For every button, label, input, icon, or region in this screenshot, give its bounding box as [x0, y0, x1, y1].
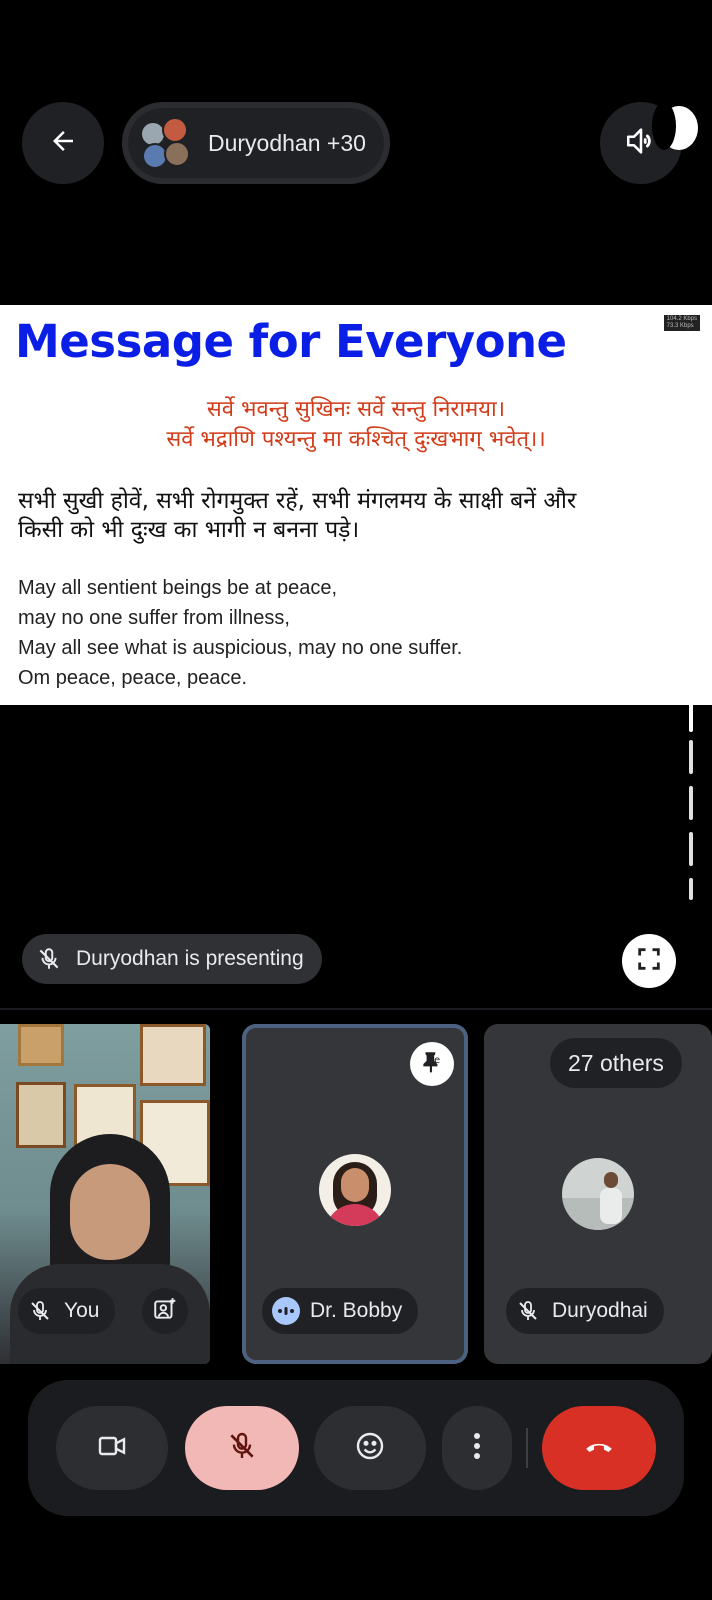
end-call-button[interactable]	[542, 1406, 656, 1490]
scroll-indicator	[689, 832, 693, 866]
avatar-body	[325, 1204, 385, 1226]
mic-off-icon	[226, 1430, 258, 1467]
mic-button[interactable]	[185, 1406, 299, 1490]
mic-off-icon	[516, 1299, 540, 1323]
more-vert-icon	[472, 1431, 482, 1466]
wall-frame	[140, 1024, 206, 1086]
bitrate-line: 73.3 Kbps	[666, 323, 694, 329]
speaking-indicator-icon	[272, 1297, 300, 1325]
hindi-line-2: किसी को भी दुःख का भागी न बनना पड़े।	[18, 517, 360, 543]
more-options-button[interactable]	[442, 1406, 512, 1490]
visual-effects-button[interactable]	[142, 1288, 188, 1334]
tile-others[interactable]: 27 others Duryodhai	[484, 1024, 712, 1364]
slide-title: Message for Everyone	[15, 315, 567, 368]
english-line-4: Om peace, peace, peace.	[18, 667, 248, 689]
tile-you-label: You	[64, 1299, 100, 1322]
pin-icon: e	[419, 1049, 445, 1080]
person-face	[70, 1164, 150, 1260]
video-camera-icon	[96, 1430, 128, 1467]
divider	[526, 1428, 528, 1468]
arrow-left-icon	[48, 126, 78, 161]
hang-up-icon	[582, 1429, 616, 1468]
fullscreen-icon	[635, 945, 663, 978]
fullscreen-button[interactable]	[622, 934, 676, 988]
avatar-background	[562, 1198, 634, 1230]
call-controls-bar	[28, 1380, 684, 1516]
tile-bobby-name-chip: Dr. Bobby	[262, 1288, 419, 1334]
divider	[0, 1008, 712, 1010]
participant-avatars	[136, 113, 196, 173]
english-line-3: May all see what is auspicious, may no o…	[18, 637, 463, 659]
scroll-indicator	[689, 786, 693, 820]
sanskrit-line-2: सर्वे भद्राणि पश्यन्तु मा कश्चित् दुःखभा…	[166, 427, 546, 452]
tile-you-name-chip: You	[18, 1288, 116, 1334]
reactions-button[interactable]	[314, 1406, 426, 1490]
back-button[interactable]	[22, 102, 104, 184]
bitrate-line: 104.2 Kbps	[666, 316, 697, 322]
emoji-icon	[354, 1430, 386, 1467]
overflow-avatar-mask	[652, 102, 676, 150]
presenting-label: Duryodhan is presenting	[76, 947, 304, 970]
wall-frame	[16, 1082, 66, 1148]
avatar	[162, 117, 188, 143]
pin-button[interactable]: e	[410, 1042, 454, 1086]
svg-text:e: e	[434, 1055, 440, 1066]
tile-others-name-chip: Duryodhai	[506, 1288, 664, 1334]
avatar	[164, 141, 190, 167]
hindi-line-1: सभी सुखी होवें, सभी रोगमुक्त रहें, सभी म…	[18, 488, 577, 514]
scroll-indicator-active[interactable]	[689, 690, 693, 732]
shared-slide: Message for Everyone 104.2 Kbps 73.3 Kbp…	[0, 305, 712, 705]
participants-pill[interactable]: Duryodhan +30	[122, 102, 390, 184]
avatar	[319, 1154, 391, 1226]
english-line-2: may no one suffer from illness,	[18, 607, 290, 629]
avatar-body	[600, 1188, 622, 1224]
avatar-face	[604, 1172, 618, 1188]
avatar	[562, 1158, 634, 1230]
presenting-chip: Duryodhan is presenting	[22, 934, 322, 984]
call-title: Duryodhan +30	[208, 129, 366, 156]
wall-frame	[18, 1024, 64, 1066]
scroll-indicator	[689, 740, 693, 774]
english-line-1: May all sentient beings be at peace,	[18, 577, 338, 599]
bitrate-readout: 104.2 Kbps 73.3 Kbps	[663, 315, 700, 331]
tile-you[interactable]: You	[0, 1024, 210, 1364]
tile-others-label: Duryodhai	[552, 1299, 648, 1322]
camera-button[interactable]	[56, 1406, 168, 1490]
avatar-face	[341, 1168, 369, 1202]
portrait-effects-icon	[152, 1296, 178, 1327]
scroll-indicator	[689, 878, 693, 900]
sanskrit-line-1: सर्वे भवन्तु सुखिनः सर्वे सन्तु निरामया।	[206, 397, 506, 422]
mic-off-icon	[28, 1299, 52, 1323]
mic-off-icon	[36, 946, 62, 972]
tile-bobby-label: Dr. Bobby	[310, 1299, 403, 1322]
others-count-badge: 27 others	[550, 1038, 682, 1088]
tile-dr-bobby[interactable]: e Dr. Bobby	[242, 1024, 468, 1364]
